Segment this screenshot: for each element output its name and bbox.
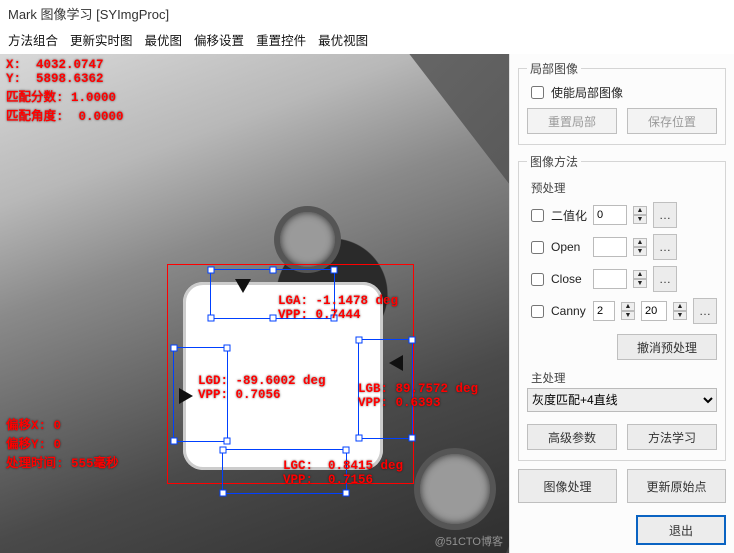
main-method-select[interactable]: 灰度匹配+4直线 (527, 388, 717, 412)
row-binarize: 二值化 ▲▼ … (527, 202, 717, 228)
menu-item-offset[interactable]: 偏移设置 (194, 30, 244, 49)
open-value[interactable] (593, 237, 627, 257)
binarize-more-button[interactable]: … (653, 202, 677, 228)
match-rect-right[interactable] (358, 339, 413, 439)
group-local-image: 局部图像 使能局部图像 重置局部 保存位置 (518, 60, 726, 145)
binarize-value[interactable] (593, 205, 627, 225)
checkbox-open[interactable]: Open (527, 238, 587, 257)
row-canny: Canny ▲▼ ▲▼ … (527, 298, 717, 324)
close-spinner[interactable]: ▲▼ (633, 270, 647, 288)
arrow-icon (179, 388, 193, 404)
method-legend: 图像方法 (527, 153, 581, 170)
menu-item-best[interactable]: 最优图 (145, 30, 183, 49)
image-viewport[interactable]: X: 4032.0747 Y: 5898.6362 匹配分数: 1.0000 匹… (0, 54, 509, 553)
open-spinner[interactable]: ▲▼ (633, 238, 647, 256)
arrow-icon (235, 279, 251, 293)
window-title: Mark 图像学习 [SYImgProc] (0, 0, 734, 27)
menu-item-reset[interactable]: 重置控件 (256, 30, 306, 49)
menubar: 方法组合 更新实时图 最优图 偏移设置 重置控件 最优视图 (0, 27, 734, 54)
advanced-params-button[interactable]: 高级参数 (527, 424, 617, 450)
match-rect-left[interactable] (173, 347, 228, 442)
menu-item-methods[interactable]: 方法组合 (8, 30, 58, 49)
canny-high-spinner[interactable]: ▲▼ (673, 302, 687, 320)
local-legend: 局部图像 (527, 60, 581, 77)
menu-item-refresh[interactable]: 更新实时图 (70, 30, 133, 49)
canny-high[interactable] (641, 301, 667, 321)
binarize-spinner[interactable]: ▲▼ (633, 206, 647, 224)
checkbox-close[interactable]: Close (527, 270, 587, 289)
checkbox-binarize[interactable]: 二值化 (527, 206, 587, 225)
enable-local-input[interactable] (531, 86, 544, 99)
enable-local-label: 使能局部图像 (551, 84, 623, 101)
side-panel: 局部图像 使能局部图像 重置局部 保存位置 图像方法 预处理 二值化 ▲▼ … … (509, 54, 734, 553)
row-close: Close ▲▼ … (527, 266, 717, 292)
save-pos-button[interactable]: 保存位置 (627, 108, 717, 134)
preprocess-label: 预处理 (531, 180, 717, 196)
row-open: Open ▲▼ … (527, 234, 717, 260)
group-image-method: 图像方法 预处理 二值化 ▲▼ … Open ▲▼ … Close ▲▼ … (518, 153, 726, 461)
hole-top (280, 212, 335, 267)
checkbox-canny[interactable]: Canny (527, 302, 587, 321)
canny-more-button[interactable]: … (693, 298, 717, 324)
watermark: @51CTO博客 (435, 533, 503, 549)
match-rect-top[interactable] (210, 269, 335, 319)
close-value[interactable] (593, 269, 627, 289)
exit-button[interactable]: 退出 (636, 515, 726, 545)
method-learn-button[interactable]: 方法学习 (627, 424, 717, 450)
arrow-icon (389, 355, 403, 371)
canny-low[interactable] (593, 301, 615, 321)
canny-low-spinner[interactable]: ▲▼ (621, 302, 635, 320)
menu-item-bestview[interactable]: 最优视图 (318, 30, 368, 49)
open-more-button[interactable]: … (653, 234, 677, 260)
update-origin-button[interactable]: 更新原始点 (627, 469, 726, 503)
checkbox-enable-local[interactable]: 使能局部图像 (527, 83, 717, 102)
close-more-button[interactable]: … (653, 266, 677, 292)
process-image-button[interactable]: 图像处理 (518, 469, 617, 503)
hole-bottom (420, 454, 490, 524)
reset-local-button[interactable]: 重置局部 (527, 108, 617, 134)
mainprocess-label: 主处理 (531, 370, 717, 386)
match-rect-bottom[interactable] (222, 449, 347, 494)
undo-preprocess-button[interactable]: 撤消预处理 (617, 334, 717, 360)
